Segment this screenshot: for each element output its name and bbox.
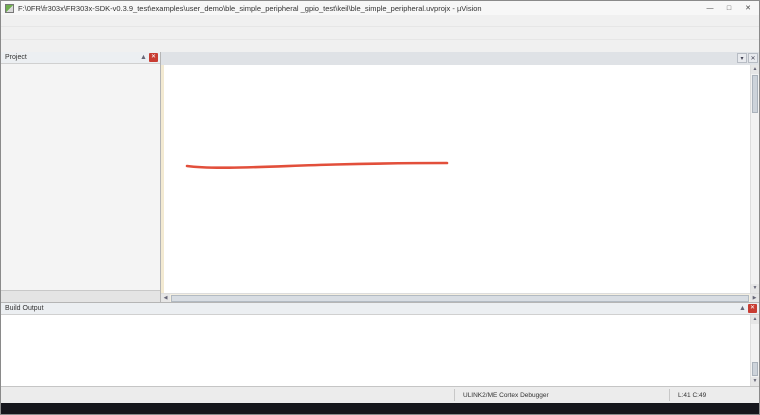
project-tree (1, 64, 160, 290)
minimize-button[interactable]: — (701, 2, 719, 14)
scroll-down-icon[interactable]: ▼ (751, 377, 759, 386)
build-output-title: Build Output (5, 305, 738, 312)
title-bar: F:\0FR\fr303x\FR303x-SDK-v0.3.9_test\exa… (1, 1, 759, 15)
close-button[interactable]: ✕ (739, 2, 757, 14)
scroll-down-icon[interactable]: ▼ (751, 284, 759, 293)
scroll-up-icon[interactable]: ▲ (751, 65, 759, 74)
project-panel-header: Project ▲ ✕ (1, 52, 160, 64)
scrollbar-thumb[interactable] (752, 75, 758, 113)
status-debugger: ULINK2/ME Cortex Debugger (454, 389, 669, 401)
project-panel: Project ▲ ✕ (1, 52, 161, 302)
menu-bar (1, 15, 759, 26)
maximize-button[interactable]: □ (720, 2, 738, 14)
scrollbar-thumb[interactable] (752, 362, 758, 376)
build-output-scrollbar[interactable]: ▲ ▼ (750, 315, 759, 386)
project-panel-tabs (1, 290, 160, 302)
code-editor[interactable] (161, 65, 750, 293)
tab-close-icon[interactable]: ✕ (748, 53, 758, 63)
document-tab-bar: ▾ ✕ (161, 52, 759, 65)
pin-icon[interactable]: ▲ (139, 54, 148, 61)
uvision-window: F:\0FR\fr303x\FR303x-SDK-v0.3.9_test\exa… (0, 0, 760, 415)
windows-taskbar (1, 403, 759, 414)
editor-area: ▾ ✕ ▲ ▼ ◀ ▶ (161, 52, 759, 302)
scrollbar-thumb[interactable] (171, 295, 749, 302)
status-cursor-position: L:41 C:49 (669, 389, 759, 401)
window-title: F:\0FR\fr303x\FR303x-SDK-v0.3.9_test\exa… (18, 4, 701, 13)
build-output-close-icon[interactable]: ✕ (748, 304, 757, 313)
toolbar-file (1, 26, 759, 39)
status-bar: ULINK2/ME Cortex Debugger L:41 C:49 (1, 386, 759, 403)
editor-vertical-scrollbar[interactable]: ▲ ▼ (750, 65, 759, 293)
toolbar-build (1, 39, 759, 52)
scroll-up-icon[interactable]: ▲ (751, 315, 759, 324)
build-output-header: Build Output ▲ ✕ (1, 303, 759, 315)
tab-scroll-icon[interactable]: ▾ (737, 53, 747, 63)
build-output-text[interactable] (1, 315, 750, 386)
editor-horizontal-scrollbar[interactable]: ◀ ▶ (161, 293, 759, 302)
build-output-panel: Build Output ▲ ✕ ▲ ▼ (1, 302, 759, 386)
app-icon (5, 4, 14, 13)
project-panel-title: Project (5, 54, 139, 61)
pin-icon[interactable]: ▲ (738, 305, 747, 312)
project-close-icon[interactable]: ✕ (149, 53, 158, 62)
